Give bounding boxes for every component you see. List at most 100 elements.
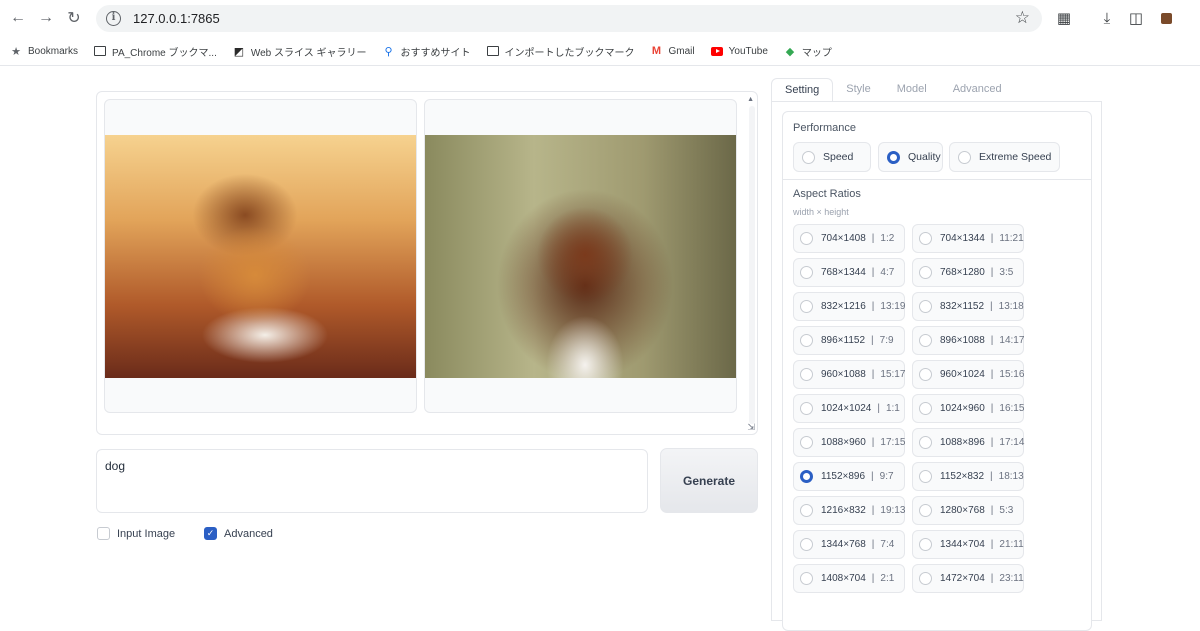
tab-style[interactable]: Style — [833, 78, 883, 102]
aspect-ratio-option[interactable]: 1152×832 | 18:13 — [912, 462, 1024, 491]
download-icon[interactable]: ⤓ — [1098, 9, 1116, 27]
aspect-ratio-option[interactable]: 768×1344 | 4:7 — [793, 258, 905, 287]
url-text[interactable]: 127.0.0.1:7865 — [133, 11, 220, 26]
extensions-icon[interactable]: ▦ — [1055, 9, 1073, 27]
aspect-ratio-fraction: 3:5 — [999, 267, 1014, 278]
aspect-ratio-radio[interactable] — [800, 232, 813, 245]
aspect-ratio-radio[interactable] — [800, 436, 813, 449]
bookmark-item[interactable]: PA_Chrome ブックマ... — [94, 44, 217, 59]
aspect-ratio-radio[interactable] — [800, 402, 813, 415]
tab-model[interactable]: Model — [884, 78, 940, 102]
aspect-ratio-option[interactable]: 1024×960 | 16:15 — [912, 394, 1024, 423]
generate-button[interactable]: Generate — [660, 448, 758, 513]
aspect-ratio-size: 896×1152 — [821, 335, 866, 346]
gallery-image-2[interactable] — [424, 99, 737, 413]
reload-icon[interactable]: ↻ — [64, 8, 84, 28]
aspect-ratio-radio[interactable] — [800, 334, 813, 347]
aspect-ratio-size: 1152×896 — [821, 471, 866, 482]
aspect-ratio-fraction: 13:18 — [998, 301, 1024, 312]
advanced-label: Advanced — [224, 527, 273, 540]
input-image-checkbox[interactable] — [97, 527, 110, 540]
aspect-ratio-radio[interactable] — [919, 470, 932, 483]
input-image-option[interactable]: Input Image — [97, 527, 175, 540]
aspect-ratio-option[interactable]: 832×1216 | 13:19 — [793, 292, 905, 321]
performance-quality[interactable]: Quality — [878, 142, 943, 172]
tab-setting[interactable]: Setting — [771, 78, 834, 102]
forward-icon[interactable]: → — [36, 8, 56, 28]
bookmark-item[interactable]: インポートしたブックマーク — [486, 44, 635, 59]
aspect-ratio-fraction: 15:16 — [999, 369, 1025, 380]
aspect-ratio-option[interactable]: 960×1024 | 15:16 — [912, 360, 1024, 389]
aspect-ratio-option[interactable]: 768×1280 | 3:5 — [912, 258, 1024, 287]
aspect-ratio-radio[interactable] — [800, 572, 813, 585]
bookmark-star-icon[interactable]: ☆ — [1015, 8, 1030, 28]
aspect-ratio-radio[interactable] — [919, 266, 932, 279]
profile-avatar[interactable] — [1157, 9, 1175, 27]
scroll-up-icon[interactable]: ▲ — [747, 96, 754, 103]
bookmark-label: Web スライス ギャラリー — [250, 47, 367, 59]
speed-radio[interactable] — [802, 150, 815, 164]
aspect-ratio-size: 1280×768 — [940, 505, 985, 516]
quality-radio[interactable] — [887, 150, 900, 164]
aspect-ratio-radio[interactable] — [919, 232, 932, 245]
aspect-ratio-option[interactable]: 1152×896 | 9:7 — [793, 462, 905, 491]
aspect-ratio-option[interactable]: 1088×896 | 17:14 — [912, 428, 1024, 457]
aspect-ratio-option[interactable]: 832×1152 | 13:18 — [912, 292, 1024, 321]
advanced-checkbox[interactable]: ✓ — [204, 527, 217, 540]
aspect-ratio-option[interactable]: 1344×704 | 21:11 — [912, 530, 1024, 559]
aspect-ratio-radio[interactable] — [800, 470, 813, 483]
aspect-ratio-option[interactable]: 1408×704 | 2:1 — [793, 564, 905, 593]
site-info-icon[interactable]: i — [106, 11, 121, 26]
bookmark-item[interactable]: ◆ マップ — [784, 44, 832, 59]
advanced-option[interactable]: ✓ Advanced — [204, 527, 273, 540]
bookmark-item[interactable]: ◩ Web スライス ギャラリー — [233, 44, 367, 59]
performance-speed[interactable]: Speed — [793, 142, 871, 172]
aspect-ratio-size: 1088×960 — [821, 437, 866, 448]
aspect-ratio-option[interactable]: 896×1152 | 7:9 — [793, 326, 905, 355]
aspect-ratio-option[interactable]: 1216×832 | 19:13 — [793, 496, 905, 525]
side-panel-icon[interactable]: ◫ — [1127, 9, 1145, 27]
aspect-ratio-radio[interactable] — [800, 538, 813, 551]
aspect-ratio-radio[interactable] — [800, 368, 813, 381]
performance-extreme-speed[interactable]: Extreme Speed — [949, 142, 1060, 172]
bookmark-item[interactable]: YouTube — [710, 45, 768, 57]
aspect-ratio-option[interactable]: 704×1344 | 11:21 — [912, 224, 1024, 253]
tab-advanced[interactable]: Advanced — [940, 78, 1015, 102]
bookmark-item[interactable]: ★ Bookmarks — [10, 45, 78, 58]
aspect-ratio-radio[interactable] — [919, 572, 932, 585]
aspect-ratio-radio[interactable] — [919, 334, 932, 347]
aspect-ratio-option[interactable]: 1344×768 | 7:4 — [793, 530, 905, 559]
separator: | — [990, 335, 994, 346]
aspect-ratio-option[interactable]: 704×1408 | 1:2 — [793, 224, 905, 253]
gallery-scrollbar[interactable] — [749, 106, 755, 424]
aspect-ratio-radio[interactable] — [800, 266, 813, 279]
aspect-ratio-radio[interactable] — [919, 300, 932, 313]
separator: | — [990, 233, 994, 244]
aspect-ratio-radio[interactable] — [919, 504, 932, 517]
aspect-ratio-radio[interactable] — [919, 436, 932, 449]
aspect-ratio-radio[interactable] — [919, 402, 932, 415]
aspect-ratios-label: Aspect Ratios — [793, 188, 861, 200]
aspect-ratio-fraction: 7:4 — [880, 539, 895, 550]
prompt-input[interactable]: dog — [96, 449, 648, 513]
bookmark-label: おすすめサイト — [400, 47, 471, 59]
gallery-image-1[interactable] — [104, 99, 417, 413]
aspect-ratio-size: 704×1344 — [940, 233, 985, 244]
resize-handle-icon[interactable]: ⇲ — [747, 422, 755, 433]
aspect-ratio-option[interactable]: 1088×960 | 17:15 — [793, 428, 905, 457]
back-icon[interactable]: ← — [8, 8, 28, 28]
aspect-ratio-option[interactable]: 1472×704 | 23:11 — [912, 564, 1024, 593]
aspect-ratio-size: 768×1280 — [940, 267, 985, 278]
aspect-ratio-radio[interactable] — [800, 504, 813, 517]
aspect-ratio-option[interactable]: 960×1088 | 15:17 — [793, 360, 905, 389]
aspect-ratio-radio[interactable] — [800, 300, 813, 313]
bookmark-item[interactable]: M Gmail — [651, 45, 695, 57]
aspect-ratio-radio[interactable] — [919, 538, 932, 551]
aspect-ratio-radio[interactable] — [919, 368, 932, 381]
aspect-ratio-option[interactable]: 896×1088 | 14:17 — [912, 326, 1024, 355]
extreme-speed-radio[interactable] — [958, 150, 971, 164]
bookmark-item[interactable]: ⚲ おすすめサイト — [383, 44, 471, 59]
aspect-ratio-option[interactable]: 1024×1024 | 1:1 — [793, 394, 905, 423]
address-bar[interactable]: i 127.0.0.1:7865 ☆ — [96, 5, 1042, 32]
aspect-ratio-option[interactable]: 1280×768 | 5:3 — [912, 496, 1024, 525]
